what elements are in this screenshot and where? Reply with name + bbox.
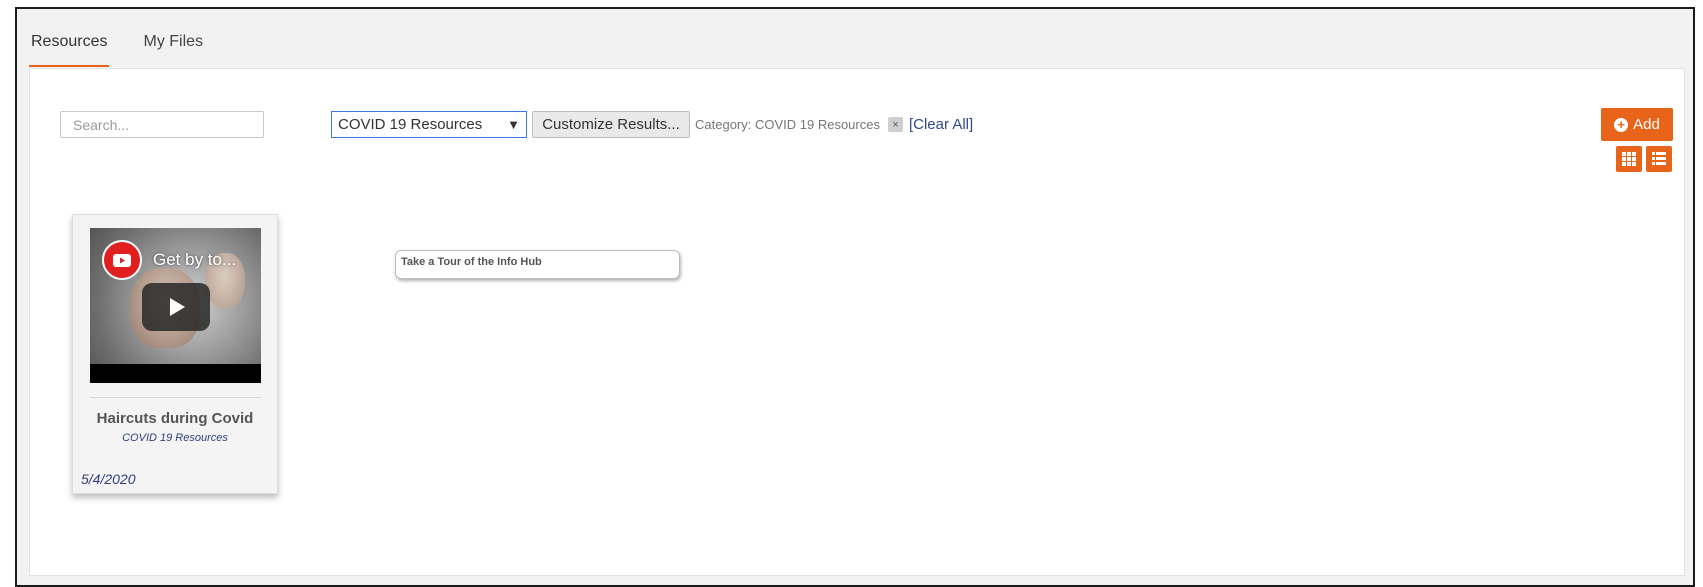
tour-tooltip[interactable]: Take a Tour of the Info Hub — [395, 250, 680, 279]
resource-card[interactable]: Get by to... Haircuts during Covid COVID… — [72, 214, 278, 494]
resource-date: 5/4/2020 — [81, 471, 136, 487]
play-glyph — [170, 298, 185, 316]
list-view-icon — [1652, 152, 1666, 165]
youtube-icon — [102, 240, 142, 280]
search-input[interactable] — [60, 111, 264, 138]
tab-resources[interactable]: Resources — [29, 23, 110, 67]
video-title: Get by to... — [153, 250, 237, 269]
add-button[interactable]: + Add — [1601, 108, 1673, 141]
plus-circle-icon: + — [1614, 117, 1629, 132]
active-filter: Category: COVID 19 Resources × [Clear Al… — [695, 111, 973, 138]
app-frame: Resources My Files COVID 19 Resources ▼ … — [15, 7, 1695, 587]
grid-view-button[interactable] — [1616, 146, 1642, 172]
add-button-label: Add — [1633, 116, 1660, 133]
resource-title[interactable]: Haircuts during Covid — [73, 410, 277, 427]
active-filter-label: Category: COVID 19 Resources — [695, 117, 880, 132]
card-divider — [90, 397, 261, 398]
youtube-glyph — [113, 253, 131, 267]
tab-my-files[interactable]: My Files — [141, 23, 205, 67]
category-select[interactable]: COVID 19 Resources ▼ — [331, 111, 527, 138]
resources-panel: COVID 19 Resources ▼ Customize Results..… — [29, 68, 1685, 576]
category-select-value: COVID 19 Resources — [338, 116, 483, 133]
play-icon[interactable] — [142, 283, 210, 331]
clear-all-link[interactable]: [Clear All] — [909, 116, 973, 133]
grid-view-icon — [1622, 152, 1636, 166]
tab-bar: Resources My Files — [29, 23, 237, 67]
close-icon[interactable]: × — [887, 117, 903, 132]
dropdown-arrow-icon: ▼ — [507, 117, 520, 132]
video-thumbnail[interactable]: Get by to... — [90, 228, 261, 383]
list-view-button[interactable] — [1646, 146, 1672, 172]
resource-category: COVID 19 Resources — [122, 432, 228, 444]
customize-results-button[interactable]: Customize Results... — [532, 111, 690, 138]
